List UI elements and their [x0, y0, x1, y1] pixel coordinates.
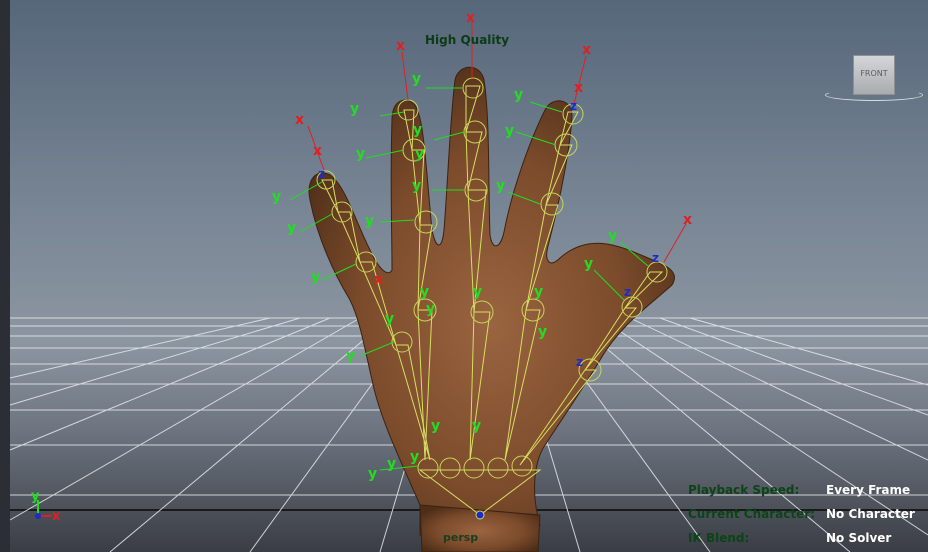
svg-text:x: x [574, 80, 583, 96]
svg-text:y: y [534, 284, 543, 300]
svg-text:y: y [608, 228, 617, 244]
svg-text:y: y [505, 123, 514, 139]
svg-text:y: y [346, 348, 355, 364]
svg-text:y: y [431, 418, 440, 434]
svg-text:y: y [356, 146, 365, 162]
svg-text:y: y [350, 101, 359, 117]
svg-text:x: x [295, 112, 304, 128]
svg-text:y: y [514, 87, 523, 103]
hud-value: No Solver [826, 531, 892, 545]
svg-text:y: y [311, 269, 320, 285]
svg-text:y: y [272, 189, 281, 205]
svg-text:y: y [31, 489, 40, 504]
svg-text:y: y [387, 456, 396, 472]
svg-text:y: y [415, 146, 424, 162]
hud-key: Playback Speed: [688, 483, 800, 497]
svg-text:y: y [538, 324, 547, 340]
hud-value: Every Frame [826, 483, 911, 497]
view-cube-icon[interactable]: FRONT [853, 55, 895, 95]
svg-text:y: y [287, 220, 296, 236]
svg-text:y: y [385, 311, 394, 327]
quality-label: High Quality [425, 33, 510, 47]
hud-key: Current Character: [688, 507, 815, 521]
viewport-3d[interactable]: yyy yyy yyy yyy yyy yyy yyy yyy yyy y xx… [0, 0, 928, 552]
hud-playback-speed: Playback Speed: Every Frame [688, 483, 923, 501]
svg-text:z: z [570, 99, 577, 113]
svg-text:y: y [420, 284, 429, 300]
svg-text:y: y [368, 466, 377, 482]
svg-text:y: y [584, 256, 593, 272]
hud-ik-blend: IK Blend: No Solver [688, 531, 923, 549]
svg-text:y: y [412, 178, 421, 194]
svg-text:y: y [426, 301, 435, 317]
svg-text:x: x [582, 42, 591, 58]
svg-text:x: x [313, 143, 322, 159]
scene-canvas[interactable]: yyy yyy yyy yyy yyy yyy yyy yyy yy y y xx… [0, 0, 928, 552]
svg-text:x: x [466, 10, 475, 26]
svg-text:y: y [472, 418, 481, 434]
hud-key: IK Blend: [688, 531, 750, 545]
svg-text:z: z [318, 167, 325, 181]
camera-label: persp [443, 531, 479, 544]
svg-text:y: y [473, 284, 482, 300]
svg-text:z: z [652, 251, 659, 265]
hud-current-character: Current Character: No Character [688, 507, 923, 525]
svg-text:y: y [412, 71, 421, 87]
hud-value: No Character [826, 507, 915, 521]
svg-text:x: x [374, 272, 383, 288]
svg-text:x: x [52, 509, 61, 524]
view-cube-label: FRONT [860, 69, 888, 78]
svg-text:y: y [413, 122, 422, 138]
svg-text:z: z [576, 355, 583, 369]
svg-text:y: y [365, 213, 374, 229]
svg-text:x: x [683, 212, 692, 228]
svg-text:z: z [624, 285, 631, 299]
hand-mesh[interactable] [308, 66, 675, 552]
svg-text:x: x [396, 38, 405, 54]
svg-text:y: y [410, 449, 419, 465]
svg-text:y: y [496, 178, 505, 194]
